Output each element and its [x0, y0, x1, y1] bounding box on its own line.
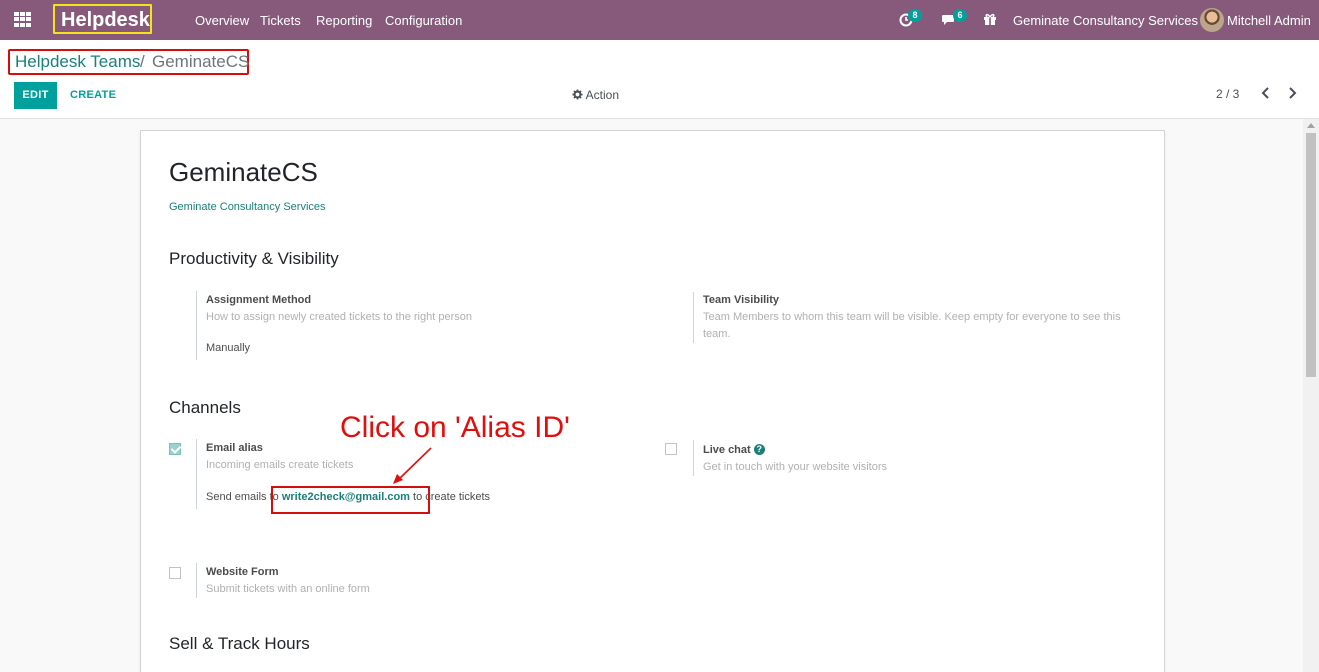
live-chat-help: Get in touch with your website visitors — [703, 461, 888, 473]
menu-tickets[interactable]: Tickets — [260, 13, 301, 28]
live-chat-checkbox[interactable] — [665, 443, 677, 455]
assignment-method-label: Assignment Method — [206, 294, 312, 306]
assignment-method-help: How to assign newly created tickets to t… — [206, 311, 472, 323]
gift-icon[interactable] — [982, 11, 998, 27]
email-alias-help: Incoming emails create tickets — [206, 459, 354, 471]
chevron-right-icon[interactable] — [1287, 87, 1297, 99]
action-label: Action — [585, 88, 620, 102]
annotation-arrow-icon — [393, 447, 432, 484]
website-form-help: Submit tickets with an online form — [206, 583, 370, 595]
website-form-checkbox[interactable] — [169, 567, 181, 579]
activity-count-badge: 8 — [908, 9, 922, 22]
user-avatar[interactable] — [1200, 8, 1224, 32]
create-button[interactable]: CREATE — [70, 89, 116, 101]
alias-highlight-box — [271, 486, 430, 514]
app-brand[interactable]: Helpdesk — [53, 4, 152, 34]
setting-divider — [693, 440, 694, 476]
live-chat-label-row: Live chat? — [703, 444, 765, 456]
action-dropdown[interactable]: Action — [572, 88, 619, 102]
page-scrollbar[interactable] — [1303, 119, 1319, 672]
top-navbar: Helpdesk Overview Tickets Reporting Conf… — [0, 0, 1319, 40]
question-circle-icon[interactable]: ? — [753, 444, 765, 455]
menu-overview[interactable]: Overview — [195, 13, 249, 28]
section-productivity-heading: Productivity & Visibility — [169, 249, 339, 268]
user-menu[interactable]: Mitchell Admin — [1227, 13, 1311, 28]
pager-value[interactable]: 2 / 3 — [1216, 87, 1239, 101]
team-company-link[interactable]: Geminate Consultancy Services — [169, 201, 326, 213]
section-channels-heading: Channels — [169, 398, 241, 417]
team-visibility-help: Team Members to whom this team will be v… — [703, 311, 1121, 340]
send-emails-prefix: Send emails to — [206, 491, 279, 503]
team-name-title: GeminateCS — [169, 157, 318, 187]
setting-divider — [196, 439, 197, 509]
email-alias-label: Email alias — [206, 442, 263, 454]
apps-grid-icon[interactable] — [14, 12, 31, 27]
gear-icon — [572, 89, 583, 100]
assignment-method-value[interactable]: Manually — [206, 342, 250, 354]
breadcrumb-current: GeminateCS — [152, 52, 250, 71]
email-alias-checkbox[interactable] — [169, 443, 181, 455]
live-chat-label: Live chat — [703, 444, 751, 456]
setting-divider — [196, 563, 197, 598]
edit-button[interactable]: EDIT — [14, 82, 57, 109]
menu-configuration[interactable]: Configuration — [385, 13, 462, 28]
tutorial-annotation-text: Click on 'Alias ID' — [340, 411, 570, 444]
messages-count-badge: 6 — [953, 9, 967, 22]
setting-divider — [196, 291, 197, 360]
breadcrumb-separator: / — [140, 52, 145, 71]
scrollbar-thumb[interactable] — [1306, 133, 1316, 377]
section-sell-track-heading: Sell & Track Hours — [169, 634, 310, 653]
setting-divider — [693, 292, 694, 343]
breadcrumb-parent-link[interactable]: Helpdesk Teams — [15, 52, 140, 72]
chevron-left-icon[interactable] — [1261, 87, 1271, 99]
company-switcher[interactable]: Geminate Consultancy Services — [1013, 13, 1198, 28]
menu-reporting[interactable]: Reporting — [316, 13, 372, 28]
control-panel: Helpdesk Teams / GeminateCS EDIT CREATE … — [0, 40, 1319, 119]
team-visibility-label: Team Visibility — [703, 294, 780, 306]
website-form-label: Website Form — [206, 566, 279, 578]
scroll-up-arrow-icon[interactable] — [1307, 123, 1315, 128]
